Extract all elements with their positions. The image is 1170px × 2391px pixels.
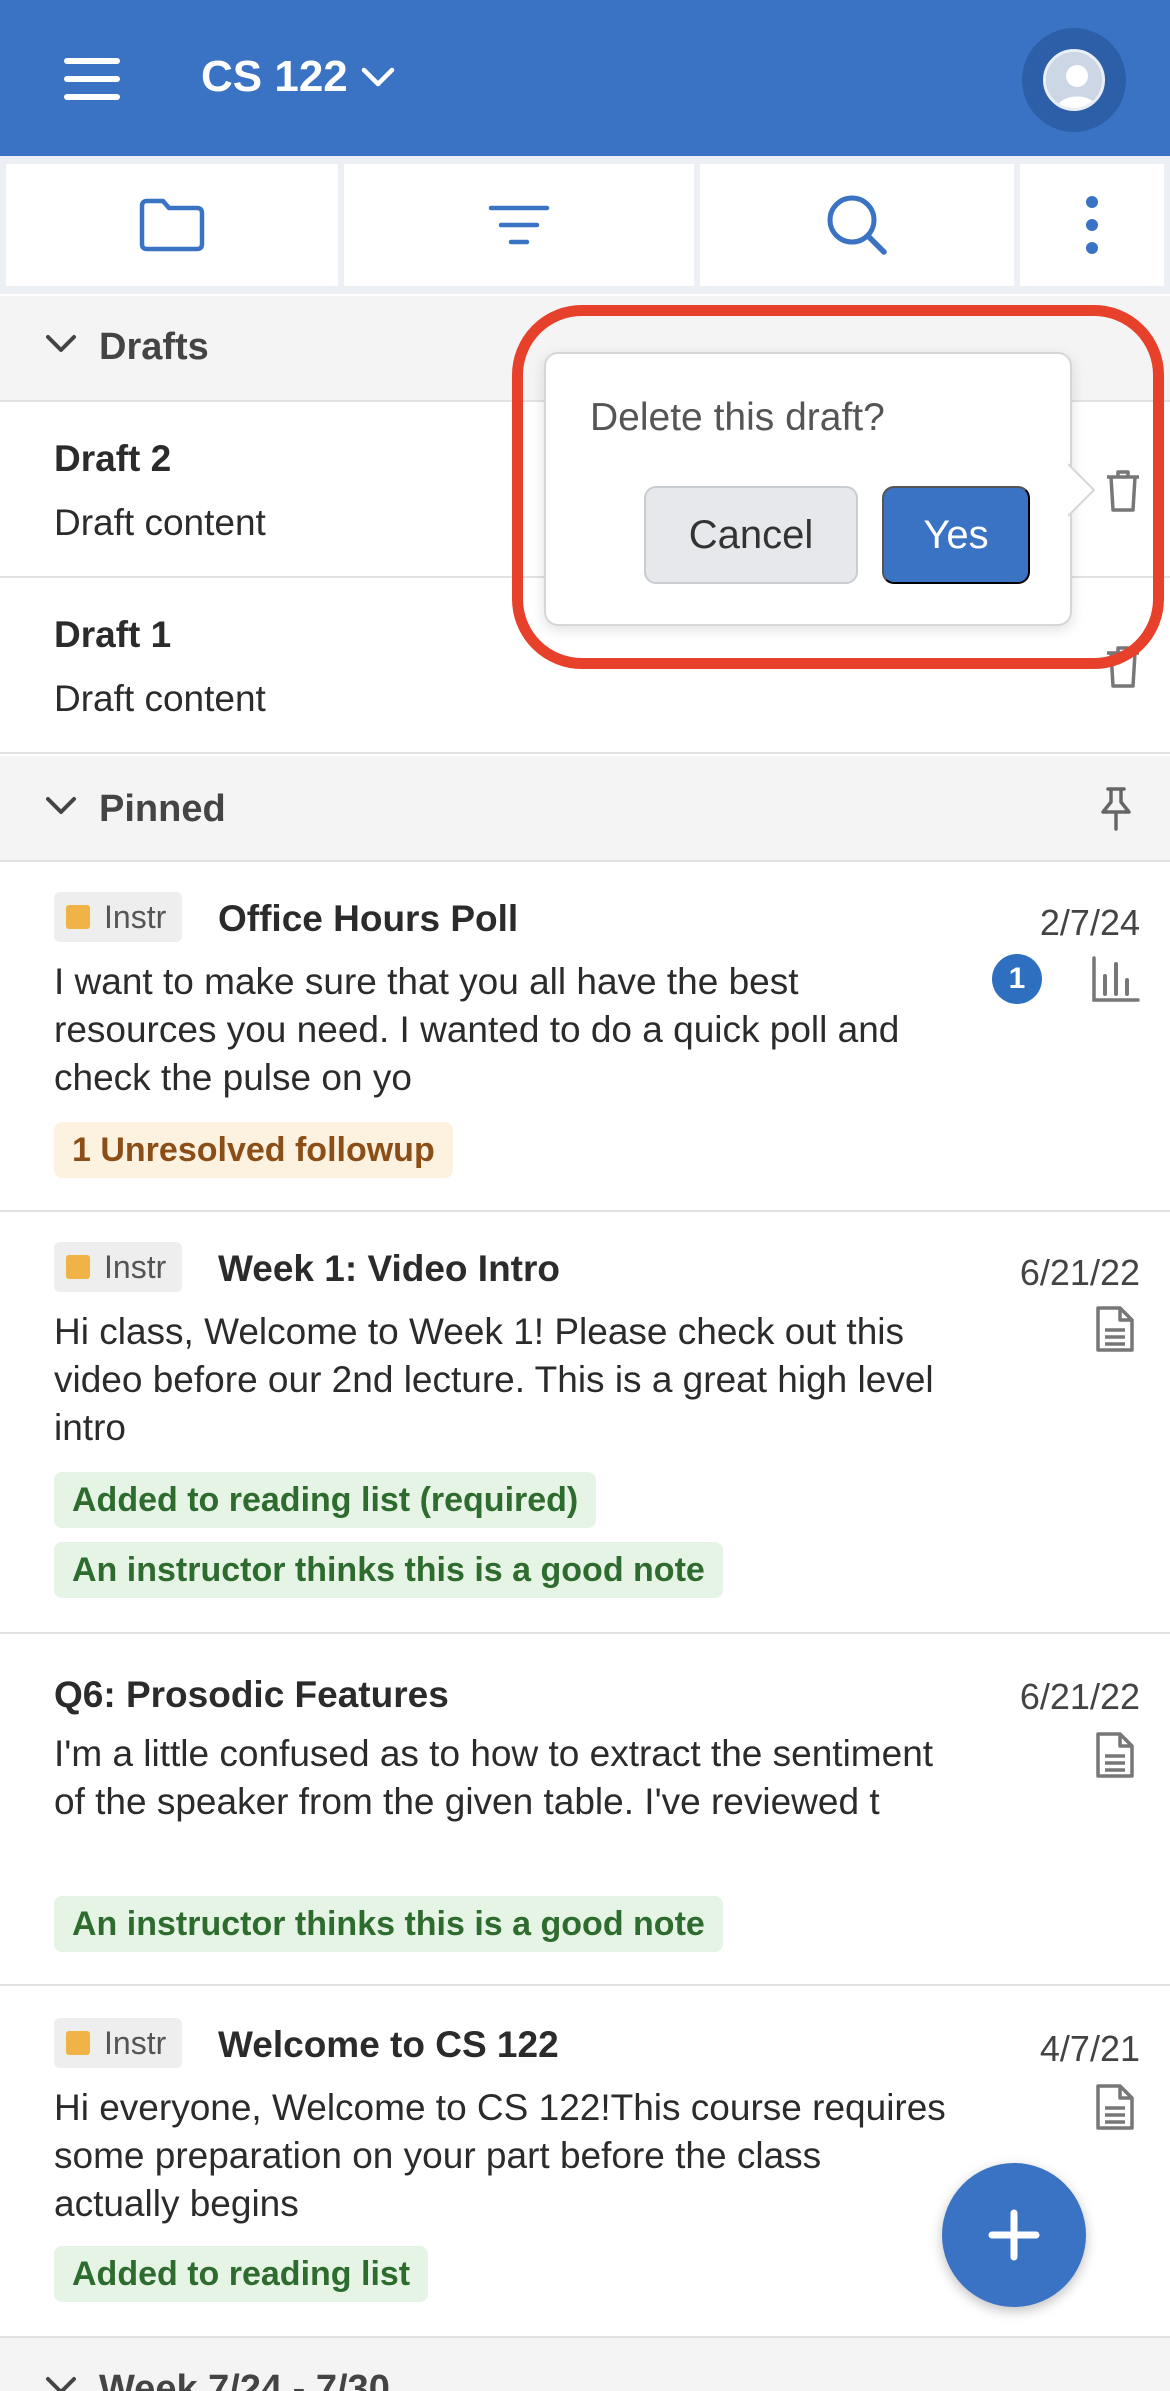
course-selector[interactable]: CS 122 <box>201 50 396 104</box>
pinned-section-header[interactable]: Pinned <box>0 756 1170 862</box>
followup-tag: 1 Unresolved followup <box>54 1122 453 1178</box>
instructor-badge: Instr <box>54 1242 183 1292</box>
week-section-header[interactable]: Week 7/24 - 7/30 <box>0 2338 1170 2391</box>
post-title: Q6: Prosodic Features <box>54 1674 449 1715</box>
post-row[interactable]: Instr Office Hours Poll 2/7/24 I want to… <box>0 862 1170 1212</box>
course-name: CS 122 <box>201 52 348 101</box>
filter-button[interactable] <box>344 164 694 286</box>
draft-title: Draft 2 <box>54 438 172 479</box>
chevron-down-icon <box>361 67 395 87</box>
draft-content: Draft content <box>54 502 266 543</box>
toolbar <box>0 156 1170 294</box>
folder-icon <box>139 198 205 252</box>
filter-icon <box>488 205 550 245</box>
draft-title: Draft 1 <box>54 614 172 655</box>
chevron-down-icon <box>46 335 76 352</box>
profile-button[interactable] <box>1022 28 1126 132</box>
post-preview: I want to make sure that you all have th… <box>54 961 900 1098</box>
more-options-button[interactable] <box>1020 164 1164 286</box>
pin-icon <box>1101 787 1131 831</box>
chevron-down-icon <box>46 797 76 814</box>
highlight-outline <box>512 305 1164 669</box>
note-icon <box>1096 1306 1134 1352</box>
post-date: 6/21/22 <box>1019 1676 1140 1717</box>
section-title: Drafts <box>99 326 209 368</box>
new-post-button[interactable] <box>942 2163 1086 2307</box>
post-date: 6/21/22 <box>1019 1252 1140 1293</box>
post-row[interactable]: Instr Week 1: Video Intro 6/21/22 Hi cla… <box>0 1212 1170 1634</box>
good-note-tag: An instructor thinks this is a good note <box>54 1542 723 1598</box>
post-date: 2/7/24 <box>1039 902 1140 943</box>
poll-icon <box>1092 956 1140 1002</box>
avatar <box>1043 49 1105 111</box>
plus-icon <box>988 2209 1040 2261</box>
post-date: 4/7/21 <box>1039 2028 1140 2069</box>
post-title: Week 1: Video Intro <box>218 1248 560 1289</box>
search-icon <box>827 195 887 255</box>
post-title: Office Hours Poll <box>218 898 519 939</box>
note-icon <box>1096 1732 1134 1778</box>
instructor-badge: Instr <box>54 892 183 942</box>
app-header: CS 122 <box>0 0 1170 156</box>
post-row[interactable]: Q6: Prosodic Features 6/21/22 I'm a litt… <box>0 1634 1170 1986</box>
good-note-tag: An instructor thinks this is a good note <box>54 1896 723 1952</box>
draft-content: Draft content <box>54 678 266 719</box>
post-preview: Hi class, Welcome to Week 1! Please chec… <box>54 1311 934 1448</box>
unread-count-badge: 1 <box>992 954 1042 1004</box>
post-preview: I'm a little confused as to how to extra… <box>54 1733 934 1822</box>
folders-button[interactable] <box>6 164 338 286</box>
more-options-icon <box>1086 196 1098 254</box>
menu-icon[interactable] <box>64 58 120 100</box>
chevron-down-icon <box>46 2377 76 2391</box>
instructor-badge: Instr <box>54 2018 183 2068</box>
section-title: Week 7/24 - 7/30 <box>99 2368 390 2391</box>
reading-list-tag: Added to reading list (required) <box>54 1472 597 1528</box>
post-title: Welcome to CS 122 <box>218 2024 559 2065</box>
post-preview: Hi everyone, Welcome to CS 122!This cour… <box>54 2087 946 2224</box>
reading-list-tag: Added to reading list <box>54 2246 429 2302</box>
search-button[interactable] <box>700 164 1014 286</box>
note-icon <box>1096 2084 1134 2130</box>
section-title: Pinned <box>99 788 226 830</box>
